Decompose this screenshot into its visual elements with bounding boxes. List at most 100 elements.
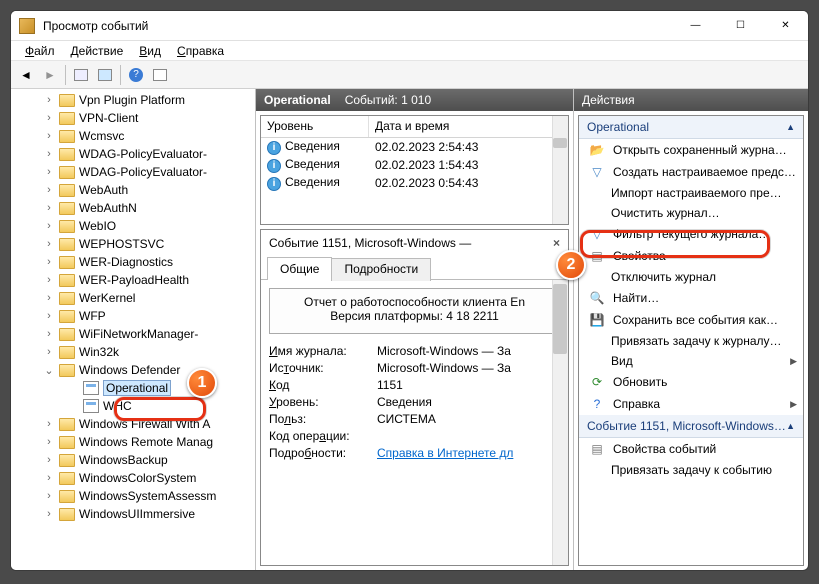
action-icon: 📂 (589, 142, 605, 158)
folder-icon (59, 436, 75, 449)
event-row[interactable]: iСведения02.02.2023 0:54:43 (261, 174, 568, 192)
tree-item-wer-payloadhealth[interactable]: ›WER-PayloadHealth (11, 271, 255, 289)
tab-general[interactable]: Общие (267, 257, 332, 280)
toolbar-forward-button[interactable]: ► (39, 64, 61, 86)
tree-item-windowsuiimmersive[interactable]: ›WindowsUIImmersive (11, 505, 255, 523)
tree-item-vpn-plugin-platform[interactable]: ›Vpn Plugin Platform (11, 91, 255, 109)
label-level: Уровень: (269, 395, 377, 409)
label-user: Польз: (269, 412, 377, 426)
toolbar-btn-2[interactable] (94, 64, 116, 86)
tab-details[interactable]: Подробности (331, 258, 431, 281)
tree-item-webauthn[interactable]: ›WebAuthN (11, 199, 255, 217)
action-icon: ▤ (589, 441, 605, 457)
folder-icon (59, 166, 75, 179)
menu-help[interactable]: Справка (169, 44, 232, 58)
action-label: Создать настраиваемое предс… (613, 165, 796, 179)
action-обновить[interactable]: ⟳Обновить (579, 371, 803, 393)
action-отключить-журнал[interactable]: Отключить журнал (579, 267, 803, 287)
menu-file[interactable]: Файл (17, 44, 63, 58)
action-label: Справка (613, 397, 660, 411)
tree-item-label: Windows Defender (79, 363, 180, 377)
folder-icon (59, 490, 75, 503)
toolbar-back-button[interactable]: ◄ (15, 64, 37, 86)
list-header: Уровень Дата и время (261, 116, 568, 138)
tree-item-webio[interactable]: ›WebIO (11, 217, 255, 235)
folder-icon (59, 202, 75, 215)
maximize-button[interactable]: ☐ (718, 11, 763, 41)
tree-item-label: Vpn Plugin Platform (79, 93, 185, 107)
action-свойства[interactable]: ▤Свойства (579, 245, 803, 267)
event-row[interactable]: iСведения02.02.2023 1:54:43 (261, 156, 568, 174)
toolbar-btn-3[interactable] (149, 64, 171, 86)
menubar: Файл Действие Вид Справка (11, 41, 808, 61)
folder-icon (59, 220, 75, 233)
action-label: Свойства событий (613, 442, 716, 456)
column-date[interactable]: Дата и время (369, 116, 568, 137)
submenu-arrow-icon: ▶ (790, 356, 797, 367)
tree-item-wcmsvc[interactable]: ›Wcmsvc (11, 127, 255, 145)
action-вид[interactable]: Вид▶ (579, 351, 803, 371)
value-user: СИСТЕМА (377, 412, 560, 426)
tree-item-wifinetworkmanager-[interactable]: ›WiFiNetworkManager- (11, 325, 255, 343)
detail-close-button[interactable]: × (553, 236, 560, 250)
minimize-button[interactable]: — (673, 11, 718, 41)
link-online-help[interactable]: Справка в Интернете дл (377, 446, 513, 460)
action-очистить-журнал[interactable]: Очистить журнал… (579, 203, 803, 223)
center-pane: Operational Событий: 1 010 Уровень Дата … (256, 89, 574, 570)
action-icon: 💾 (589, 312, 605, 328)
action-создать-настраиваемое-предс[interactable]: ▽ Создать настраиваемое предс… (579, 161, 803, 183)
action-label: Отключить журнал (611, 270, 716, 284)
close-button[interactable]: ✕ (763, 11, 808, 41)
actions-group-event[interactable]: Событие 1151, Microsoft-Windows…▲ (579, 415, 803, 438)
tree-item-vpn-client[interactable]: ›VPN-Client (11, 109, 255, 127)
tree-item-whc[interactable]: WHC (11, 397, 255, 415)
tree-item-operational[interactable]: Operational (11, 379, 255, 397)
action-фильтр-текущего-журнала[interactable]: ▽Фильтр текущего журнала… (579, 223, 803, 245)
event-row[interactable]: iСведения02.02.2023 2:54:43 (261, 138, 568, 156)
folder-icon (59, 310, 75, 323)
tree-item-windowsbackup[interactable]: ›WindowsBackup (11, 451, 255, 469)
menu-view[interactable]: Вид (131, 44, 169, 58)
tree-pane[interactable]: ›Vpn Plugin Platform›VPN-Client›Wcmsvc›W… (11, 89, 256, 570)
column-level[interactable]: Уровень (261, 116, 369, 137)
folder-icon (59, 292, 75, 305)
action-справка[interactable]: ?Справка▶ (579, 393, 803, 415)
events-scrollbar[interactable] (552, 116, 568, 224)
action-привязать-задачу-к-событию[interactable]: Привязать задачу к событию (579, 460, 803, 480)
toolbar-btn-1[interactable] (70, 64, 92, 86)
action-свойства-событий[interactable]: ▤ Свойства событий (579, 438, 803, 460)
tree-item-wfp[interactable]: ›WFP (11, 307, 255, 325)
folder-icon (59, 364, 75, 377)
events-list[interactable]: Уровень Дата и время iСведения02.02.2023… (260, 115, 569, 225)
tree-item-werkernel[interactable]: ›WerKernel (11, 289, 255, 307)
tree-item-windowssystemassessm[interactable]: ›WindowsSystemAssessm (11, 487, 255, 505)
tree-item-wdag-policyevaluator-[interactable]: ›WDAG-PolicyEvaluator- (11, 163, 255, 181)
actions-pane: Действия Operational▲ 📂Открыть сохраненн… (574, 89, 808, 570)
tree-item-win32k[interactable]: ›Win32k (11, 343, 255, 361)
action-импорт-настраиваемого-пре[interactable]: Импорт настраиваемого пре… (579, 183, 803, 203)
tree-item-windows-firewall-with-a[interactable]: ›Windows Firewall With A (11, 415, 255, 433)
actions-group-operational[interactable]: Operational▲ (579, 116, 803, 139)
toolbar-help-button[interactable]: ? (125, 64, 147, 86)
tree-item-windows-remote-manag[interactable]: ›Windows Remote Manag (11, 433, 255, 451)
tree-item-label: VPN-Client (79, 111, 138, 125)
tree-item-wephostsvc[interactable]: ›WEPHOSTSVC (11, 235, 255, 253)
detail-scrollbar[interactable] (552, 280, 568, 565)
info-icon: i (267, 159, 281, 173)
report-text: Отчет о работоспособности клиента En Вер… (269, 288, 560, 334)
action-найти[interactable]: 🔍Найти… (579, 287, 803, 309)
titlebar: Просмотр событий — ☐ ✕ (11, 11, 808, 41)
tree-item-webauth[interactable]: ›WebAuth (11, 181, 255, 199)
tree-item-windows-defender[interactable]: ⌄Windows Defender (11, 361, 255, 379)
tree-item-windowscolorsystem[interactable]: ›WindowsColorSystem (11, 469, 255, 487)
action-привязать-задачу-к-журналу[interactable]: Привязать задачу к журналу… (579, 331, 803, 351)
action-icon: ⟳ (589, 374, 605, 390)
center-header: Operational Событий: 1 010 (256, 89, 573, 111)
action-сохранить-все-события-как[interactable]: 💾Сохранить все события как… (579, 309, 803, 331)
menu-action[interactable]: Действие (63, 44, 132, 58)
action-icon: ▽ (589, 164, 605, 180)
tree-item-wer-diagnostics[interactable]: ›WER-Diagnostics (11, 253, 255, 271)
detail-body: Отчет о работоспособности клиента En Вер… (261, 280, 568, 565)
action-открыть-сохраненный-журна[interactable]: 📂Открыть сохраненный журна… (579, 139, 803, 161)
tree-item-wdag-policyevaluator-[interactable]: ›WDAG-PolicyEvaluator- (11, 145, 255, 163)
